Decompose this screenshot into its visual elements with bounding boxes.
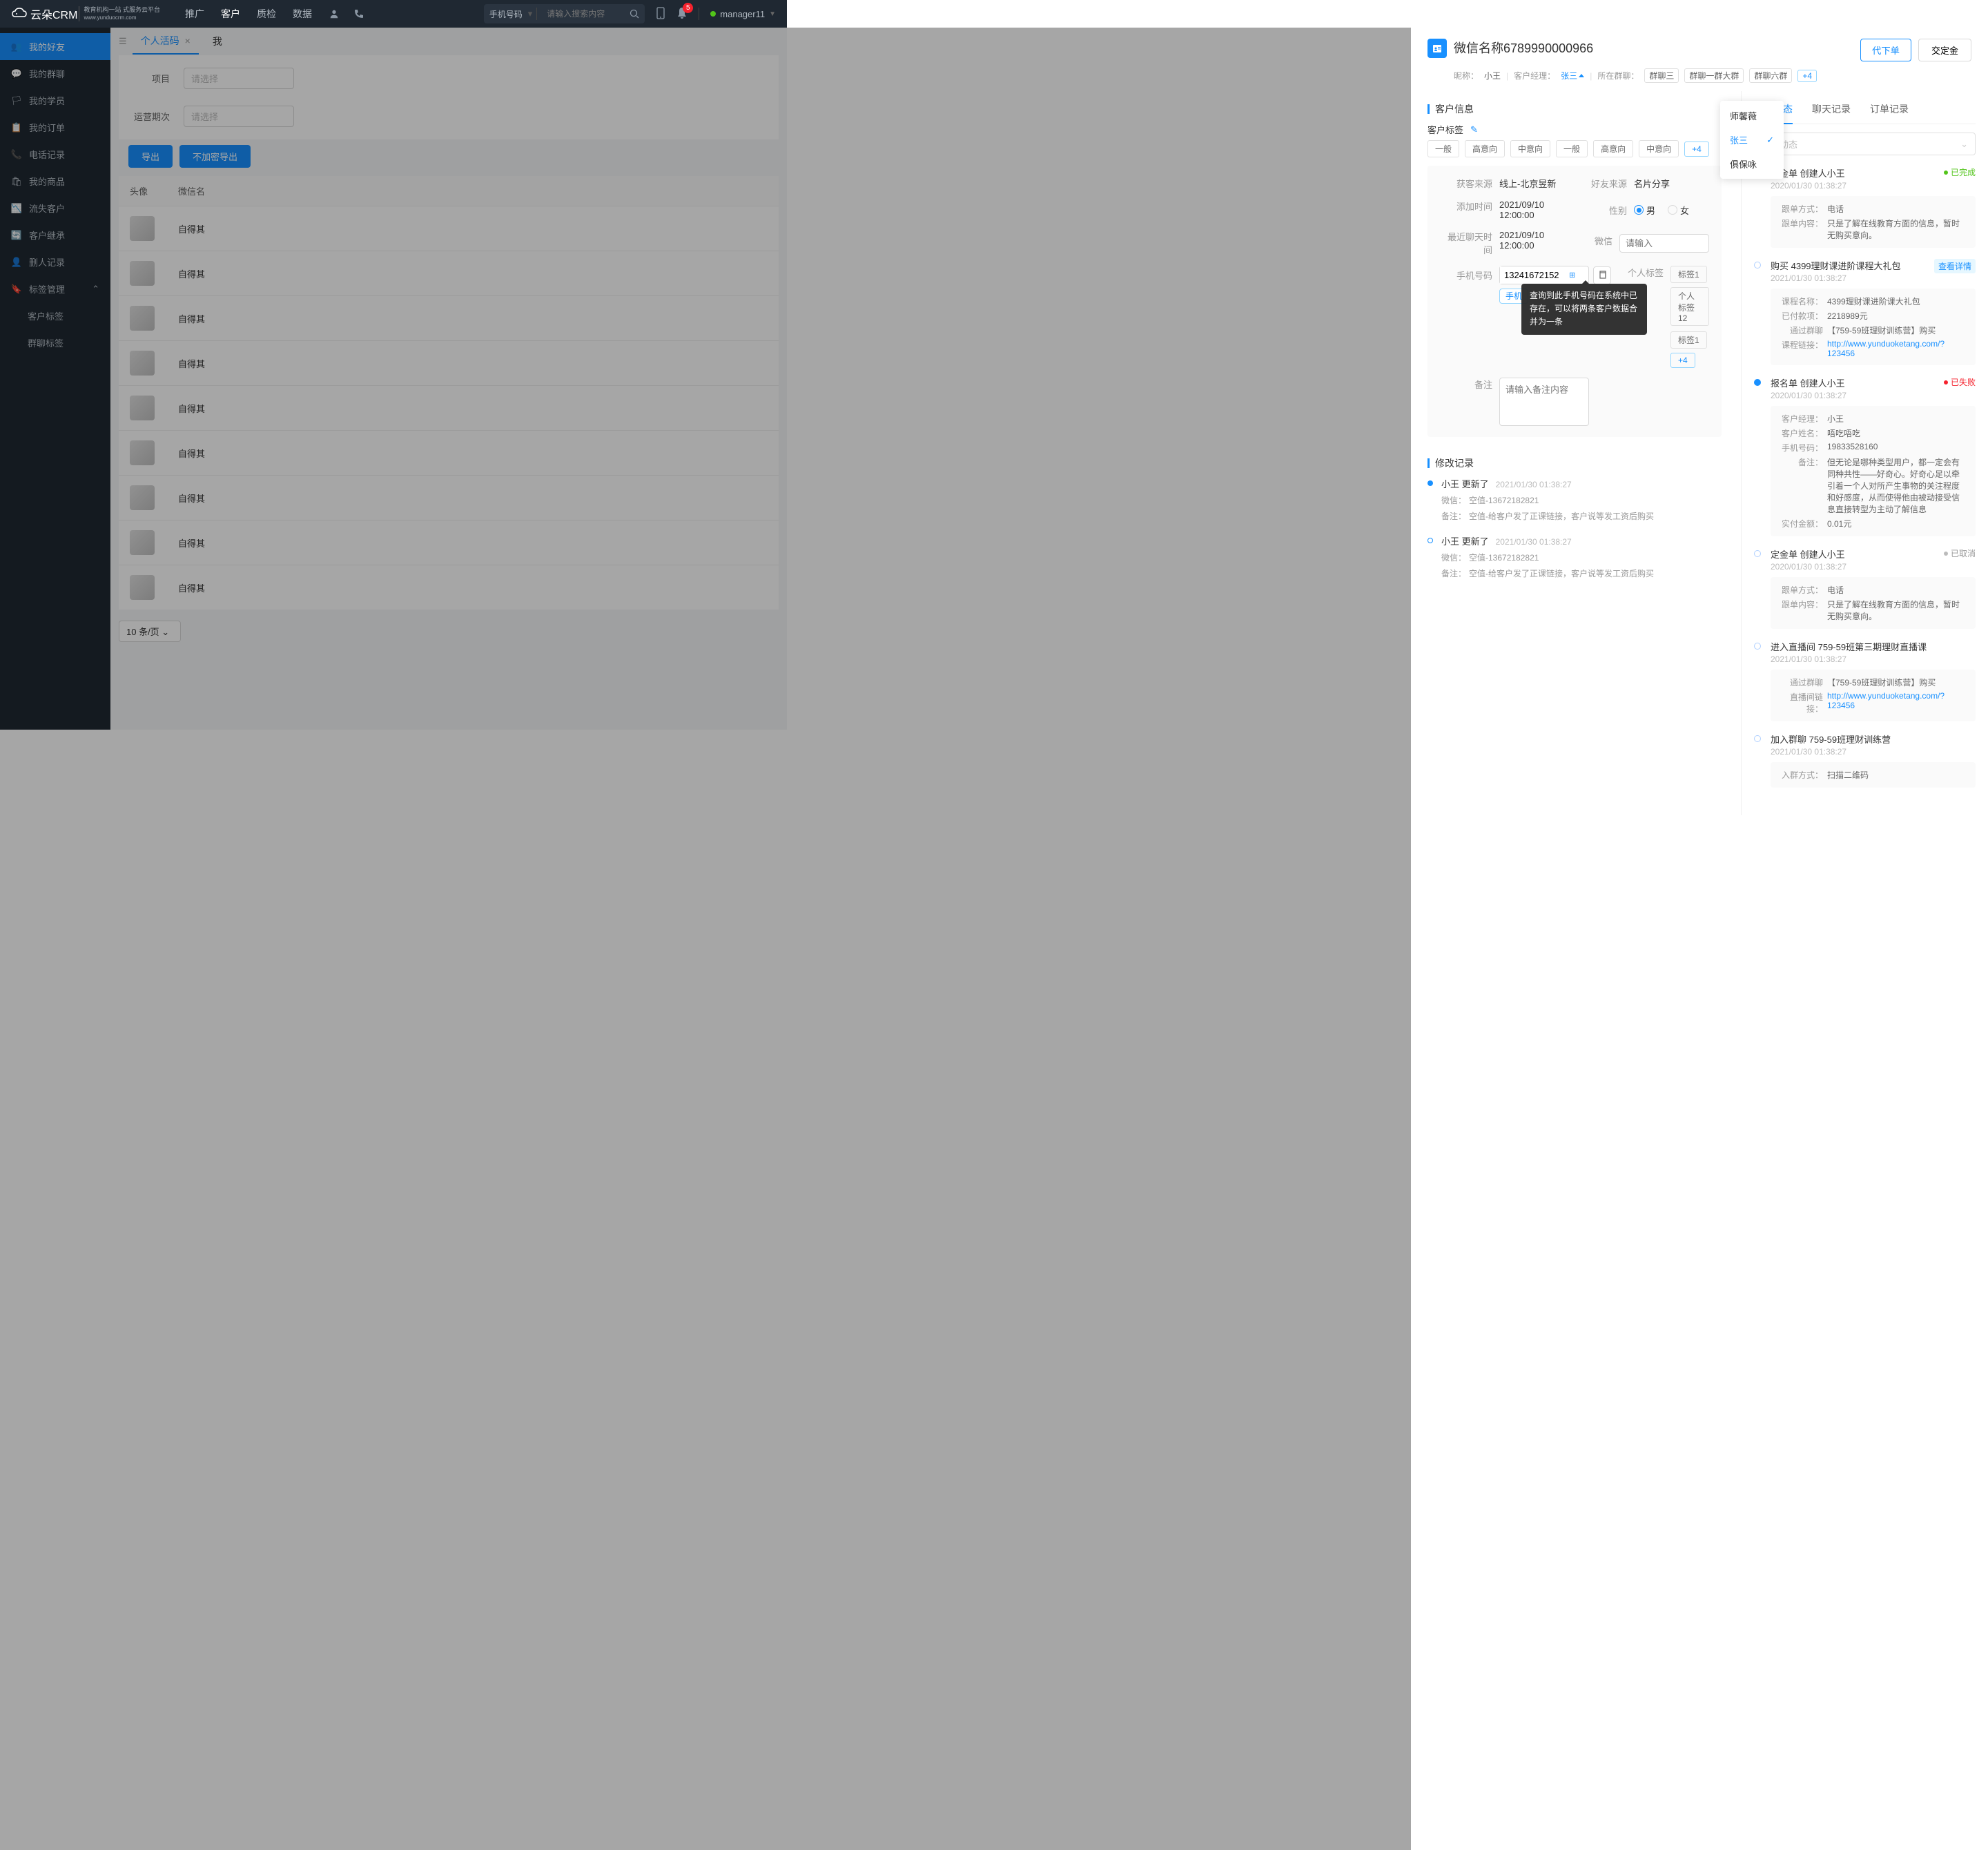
timeline-item: 定金单 创建人小王2020/01/30 01:38:27已完成跟单方式：电话跟单… bbox=[1754, 166, 1976, 248]
section-history: 修改记录 bbox=[1427, 451, 1722, 477]
wechat-input[interactable] bbox=[1619, 234, 1709, 253]
phone-tooltip: 查询到此手机号码在系统中已存在，可以将两条客户数据合并为一条 bbox=[1521, 284, 1647, 335]
timeline-item: 定金单 创建人小王2020/01/30 01:38:27已取消跟单方式：电话跟单… bbox=[1754, 547, 1976, 629]
nav-qc[interactable]: 质检 bbox=[257, 7, 276, 21]
timeline-item: 购买 4399理财课进阶课程大礼包2021/01/30 01:38:27查看详情… bbox=[1754, 259, 1976, 365]
right-tabs: 客户动态 聊天记录 订单记录 bbox=[1754, 97, 1976, 124]
search-box[interactable]: 手机号码 ▾ bbox=[484, 4, 645, 23]
gender-female[interactable]: 女 bbox=[1668, 204, 1689, 217]
mgr-option-0[interactable]: 师馨薇 bbox=[1720, 104, 1784, 128]
mobile-icon[interactable] bbox=[656, 7, 665, 21]
activity-filter[interactable]: 全部动态⌄ bbox=[1754, 133, 1976, 155]
user-icon[interactable] bbox=[329, 8, 340, 19]
section-customer-info: 客户信息 bbox=[1427, 97, 1722, 123]
mgr-option-2[interactable]: 俱保咏 bbox=[1720, 152, 1784, 176]
pay-deposit-button[interactable]: 交定金 bbox=[1918, 39, 1971, 61]
search-icon[interactable] bbox=[630, 9, 639, 19]
top-bar: 云朵CRM 教育机构一站 式服务云平台www.yunduocrm.com 推广 … bbox=[0, 0, 787, 28]
manager-dropdown: 师馨薇 张三✓ 俱保咏 bbox=[1720, 101, 1784, 179]
nav-customer[interactable]: 客户 bbox=[221, 7, 240, 21]
manager-dropdown-trigger[interactable]: 张三 bbox=[1561, 70, 1584, 81]
add-personal-tag[interactable]: +4 bbox=[1670, 353, 1695, 368]
copy-icon[interactable] bbox=[1593, 266, 1611, 284]
nav-promo[interactable]: 推广 bbox=[185, 7, 204, 21]
search-input[interactable] bbox=[541, 9, 624, 19]
more-groups-chip[interactable]: +4 bbox=[1797, 70, 1817, 82]
customer-drawer: 微信名称6789990000966 代下单 交定金 昵称：小王 | 客户经理： … bbox=[1411, 28, 1988, 1850]
gender-male[interactable]: 男 bbox=[1634, 204, 1655, 217]
top-nav: 推广 客户 质检 数据 bbox=[185, 7, 312, 21]
user-menu[interactable]: manager11 ▼ bbox=[710, 9, 776, 19]
timeline-item: 加入群聊 759-59班理财训练营2021/01/30 01:38:27入群方式… bbox=[1754, 732, 1976, 788]
tab-chat-log[interactable]: 聊天记录 bbox=[1812, 97, 1851, 124]
phone-input-wrap: ⊞ bbox=[1499, 266, 1589, 284]
place-order-button[interactable]: 代下单 bbox=[1860, 39, 1911, 61]
phone-input[interactable] bbox=[1500, 266, 1569, 284]
check-icon: ✓ bbox=[1766, 135, 1774, 146]
notification-icon[interactable]: 5 bbox=[676, 7, 688, 21]
more-tags[interactable]: +4 bbox=[1684, 142, 1709, 157]
customer-title: 微信名称6789990000966 bbox=[1454, 39, 1593, 57]
remark-textarea[interactable] bbox=[1499, 378, 1589, 426]
logo[interactable]: 云朵CRM 教育机构一站 式服务云平台www.yunduocrm.com bbox=[11, 6, 160, 22]
edit-tags-icon[interactable]: ✎ bbox=[1470, 124, 1478, 135]
customer-icon bbox=[1427, 39, 1447, 58]
timeline-item: 报名单 创建人小王2020/01/30 01:38:27已失败客户经理：小王客户… bbox=[1754, 376, 1976, 536]
nav-data[interactable]: 数据 bbox=[293, 7, 312, 21]
history-item: 小王 更新了2021/01/30 01:38:27微信：空值-136721828… bbox=[1427, 477, 1722, 522]
timeline-item: 进入直播间 759-59班第三期理财直播课2021/01/30 01:38:27… bbox=[1754, 640, 1976, 721]
expand-icon[interactable]: ⊞ bbox=[1569, 271, 1575, 280]
view-detail-button[interactable]: 查看详情 bbox=[1934, 259, 1976, 273]
history-item: 小王 更新了2021/01/30 01:38:27微信：空值-136721828… bbox=[1427, 534, 1722, 579]
tab-order-log[interactable]: 订单记录 bbox=[1870, 97, 1909, 124]
phone-icon[interactable] bbox=[353, 8, 364, 19]
mgr-option-1[interactable]: 张三✓ bbox=[1720, 128, 1784, 152]
